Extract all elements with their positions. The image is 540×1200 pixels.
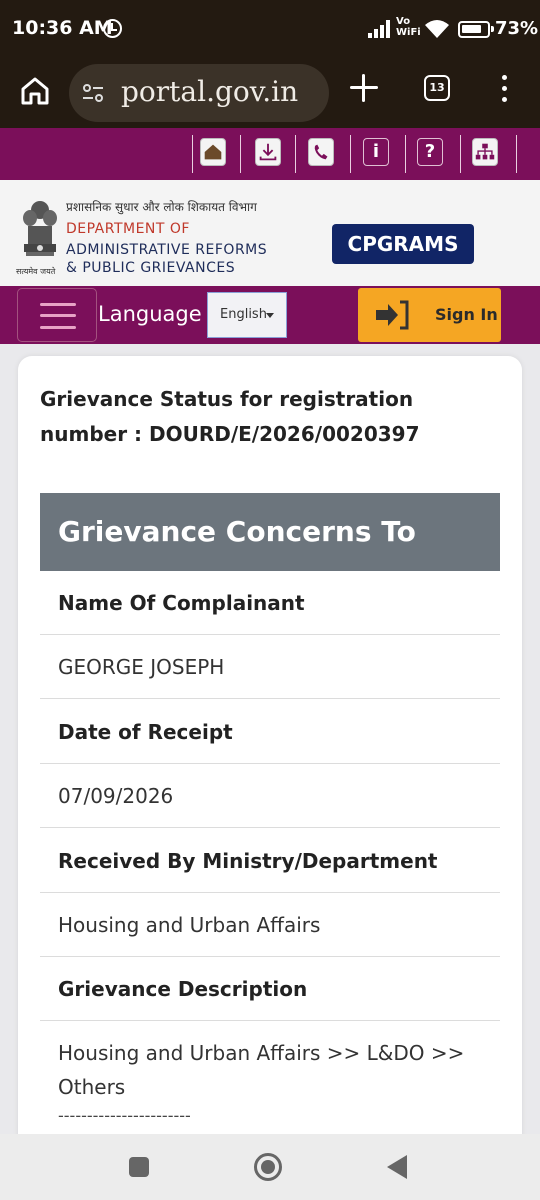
department-name-line1: DEPARTMENT OF bbox=[66, 221, 190, 237]
utility-icon-strip: i ? bbox=[0, 128, 540, 180]
receipt-date-value: 07/09/2026 bbox=[40, 764, 500, 828]
home-nav-button[interactable] bbox=[254, 1153, 282, 1181]
sign-in-icon bbox=[376, 300, 409, 330]
hamburger-menu-button[interactable] bbox=[17, 288, 97, 342]
menu-icon[interactable] bbox=[501, 75, 509, 103]
status-time: 10:36 AM bbox=[12, 17, 113, 39]
national-emblem-icon bbox=[23, 201, 57, 256]
vowifi-indicator: Vo WiFi bbox=[396, 16, 421, 38]
main-content: Grievance Status for registration number… bbox=[0, 344, 540, 1134]
info-icon[interactable]: i bbox=[363, 138, 389, 166]
site-settings-icon[interactable] bbox=[81, 81, 105, 105]
strip-divider bbox=[405, 135, 406, 173]
browser-toolbar: portal.gov.in 13 bbox=[0, 58, 540, 128]
strip-divider bbox=[295, 135, 296, 173]
address-bar[interactable]: portal.gov.in bbox=[69, 64, 329, 122]
ministry-label: Received By Ministry/Department bbox=[40, 829, 500, 893]
language-select[interactable]: English bbox=[207, 292, 287, 338]
vowifi-line1: Vo bbox=[396, 16, 411, 27]
language-label: Language : bbox=[98, 302, 216, 326]
home-icon[interactable] bbox=[200, 138, 226, 166]
url-text: portal.gov.in bbox=[121, 75, 299, 108]
battery-percentage: 73% bbox=[495, 18, 539, 39]
grievance-concerns-header: Grievance Concerns To bbox=[40, 493, 500, 571]
description-value: Housing and Urban Affairs >> L&DO >> Oth… bbox=[58, 1041, 465, 1099]
system-navigation-bar bbox=[0, 1134, 540, 1200]
complainant-value: GEORGE JOSEPH bbox=[40, 635, 500, 699]
sign-in-label: Sign In bbox=[435, 305, 498, 324]
help-icon[interactable]: ? bbox=[417, 138, 443, 166]
strip-divider bbox=[240, 135, 241, 173]
status-bar: 10:36 AM Vo WiFi 73% bbox=[0, 0, 540, 58]
battery-icon bbox=[458, 21, 494, 38]
grievance-status-heading: Grievance Status for registration number… bbox=[40, 387, 420, 446]
vowifi-line2: WiFi bbox=[396, 27, 421, 38]
signal-icon bbox=[368, 20, 392, 38]
receipt-date-label: Date of Receipt bbox=[40, 700, 500, 764]
navigation-bar: Language : English Sign In bbox=[0, 286, 540, 344]
sitemap-icon[interactable] bbox=[472, 138, 498, 166]
download-icon[interactable] bbox=[255, 138, 281, 166]
site-header: सत्यमेव जयते प्रशासनिक सुधार और लोक शिका… bbox=[0, 180, 540, 286]
department-name-line3: & PUBLIC GRIEVANCES bbox=[66, 260, 236, 276]
hindi-department-title: प्रशासनिक सुधार और लोक शिकायत विभाग bbox=[66, 200, 257, 214]
phone-icon[interactable] bbox=[308, 138, 334, 166]
department-name-line2: ADMINISTRATIVE REFORMS bbox=[66, 242, 268, 258]
wifi-icon bbox=[425, 20, 449, 38]
alarm-icon bbox=[103, 19, 122, 38]
tabs-button[interactable]: 13 bbox=[424, 75, 450, 101]
plus-icon[interactable] bbox=[350, 74, 378, 102]
grievance-status-card: Grievance Status for registration number… bbox=[18, 356, 522, 1134]
ministry-value: Housing and Urban Affairs bbox=[40, 893, 500, 957]
home-icon[interactable] bbox=[18, 74, 52, 108]
back-button[interactable] bbox=[387, 1155, 407, 1179]
cpgrams-logo[interactable]: CPGRAMS bbox=[332, 224, 474, 264]
strip-divider bbox=[192, 135, 193, 173]
description-divider: ----------------------- bbox=[58, 1106, 191, 1125]
strip-divider bbox=[516, 135, 517, 173]
emblem-motto: सत्यमेव जयते bbox=[16, 267, 56, 276]
strip-divider bbox=[460, 135, 461, 173]
recents-button[interactable] bbox=[129, 1157, 149, 1177]
complainant-label: Name Of Complainant bbox=[40, 571, 500, 635]
strip-divider bbox=[350, 135, 351, 173]
sign-in-button[interactable]: Sign In bbox=[358, 288, 501, 342]
description-label: Grievance Description bbox=[40, 957, 500, 1021]
